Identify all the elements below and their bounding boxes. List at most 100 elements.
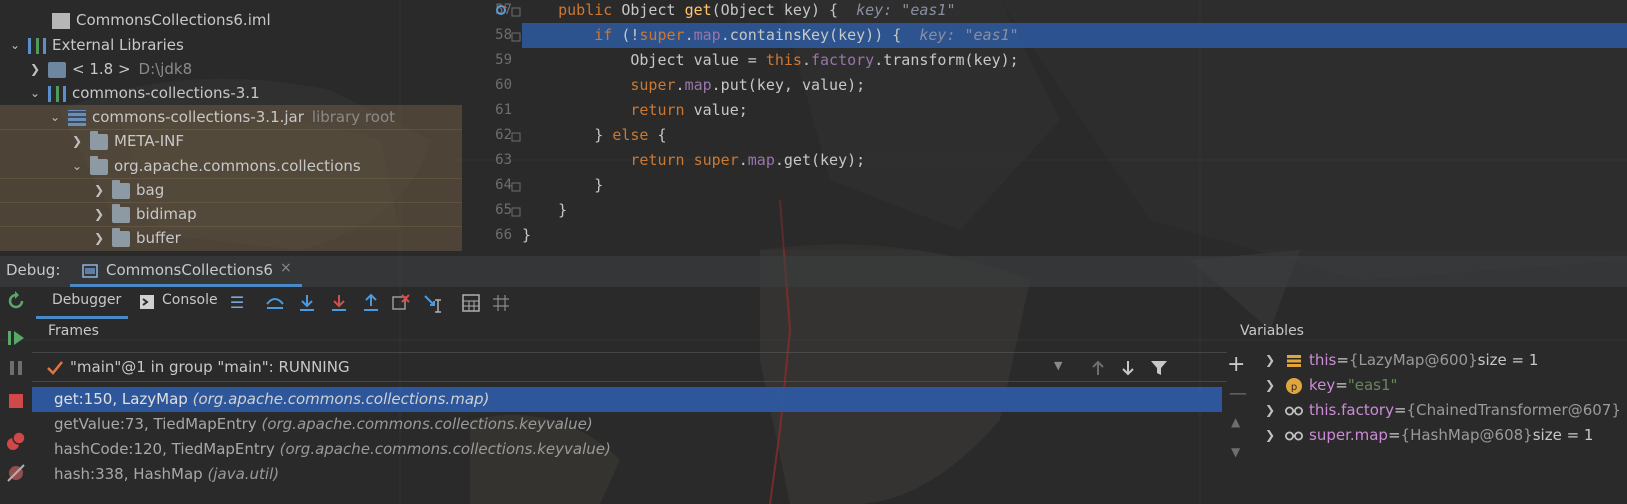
code-token: .get(key); [774, 151, 866, 169]
code-line-65[interactable]: } [522, 198, 1627, 223]
view-breakpoints-icon[interactable] [5, 430, 27, 452]
code-line-57[interactable]: public Object get(Object key) { key: "ea… [522, 0, 1627, 23]
variables-title: Variables [1240, 323, 1304, 339]
variable-equals: = [1393, 401, 1407, 419]
tree-item-package-collections[interactable]: ⌄ org.apache.commons.collections [0, 154, 462, 179]
fold-marker-icon[interactable] [510, 181, 522, 193]
code-line-63[interactable]: return super.map.get(key); [522, 148, 1627, 173]
thread-selector[interactable]: "main"@1 in group "main": RUNNING ▼ [32, 352, 1227, 382]
code-line-59[interactable]: Object value = this.factory.transform(ke… [522, 48, 1627, 73]
filter-icon[interactable] [1150, 359, 1168, 377]
pause-program-icon[interactable] [5, 357, 27, 379]
stop-icon[interactable] [5, 390, 27, 412]
mute-breakpoints-icon[interactable] [5, 462, 27, 484]
tree-item-annotation: library root [311, 108, 396, 126]
debug-session-tab[interactable]: CommonsCollections6 × [70, 256, 302, 287]
chevron-down-icon[interactable]: ⌄ [48, 105, 62, 130]
code-token: .transform(key); [874, 51, 1019, 69]
drop-frame-icon[interactable] [390, 292, 412, 314]
chevron-right-icon[interactable]: ❯ [1265, 373, 1281, 398]
add-watch-icon[interactable]: + [1227, 352, 1245, 377]
fold-marker-icon[interactable] [510, 31, 522, 43]
code-editor[interactable]: 57 58 59 60 61 62 63 64 65 66 public Obj… [462, 0, 1627, 250]
code-line-62[interactable]: } else { [522, 123, 1627, 148]
chevron-right-icon[interactable]: ❯ [70, 129, 84, 154]
debug-actions-strip [0, 287, 32, 504]
chevron-down-icon[interactable]: ⌄ [70, 154, 84, 179]
tree-item-iml-file[interactable]: CommonsCollections6.iml [52, 8, 271, 33]
variable-row-this[interactable]: ❯ this = {LazyMap@600} size = 1 [1265, 348, 1538, 373]
debugger-toolbar: Debugger Console ☰ [0, 287, 1627, 319]
frame-row-selected[interactable]: get:150, LazyMap (org.apache.commons.col… [32, 387, 1222, 412]
chevron-right-icon[interactable]: ❯ [1265, 398, 1281, 423]
line-number: 62 [495, 127, 512, 143]
frame-row[interactable]: hash:338, HashMap (java.util) [32, 462, 1222, 487]
step-over-icon[interactable] [296, 292, 318, 314]
project-tree-panel: CommonsCollections6.iml ⌄ External Libra… [0, 0, 462, 256]
inline-value-hint: key: "eas1" [919, 26, 1019, 44]
frame-package: (java.util) [207, 465, 280, 483]
code-line-64[interactable]: } [522, 173, 1627, 198]
tree-item-meta-inf[interactable]: ❯ META-INF [0, 129, 462, 154]
code-line-66[interactable]: } [522, 223, 1627, 248]
override-marker-icon[interactable] [496, 4, 508, 16]
chevron-right-icon[interactable]: ❯ [1265, 423, 1281, 448]
session-window-icon [82, 264, 98, 278]
close-icon[interactable]: × [280, 260, 292, 276]
tree-item-jdk[interactable]: ❯ < 1.8 > D:\jdk8 [28, 57, 192, 82]
frames-title: Frames [48, 323, 99, 339]
chevron-down-icon[interactable]: ⌄ [28, 81, 42, 106]
code-line-58-current[interactable]: if (!super.map.containsKey(key)) { key: … [522, 23, 1627, 48]
arrow-down-icon[interactable] [1120, 359, 1136, 377]
tree-item-external-libraries[interactable]: ⌄ External Libraries [8, 33, 184, 58]
code-line-61[interactable]: return value; [522, 98, 1627, 123]
evaluate-expression-icon[interactable] [460, 292, 482, 314]
frame-row[interactable]: hashCode:120, TiedMapEntry (org.apache.c… [32, 437, 1222, 462]
parameter-icon: p [1285, 377, 1303, 394]
chevron-down-icon[interactable]: ▼ [1054, 359, 1062, 372]
move-down-icon[interactable]: ▼ [1231, 445, 1240, 459]
chevron-down-icon[interactable]: ⌄ [8, 33, 22, 58]
variable-value: {LazyMap@600} [1348, 351, 1478, 369]
variable-row-this-factory[interactable]: ❯ this.factory = {ChainedTransformer@607… [1265, 398, 1621, 423]
tree-item-commons-collections[interactable]: ⌄ commons-collections-3.1 [28, 81, 260, 106]
chevron-right-icon[interactable]: ❯ [28, 57, 42, 82]
checkmark-icon [47, 361, 63, 375]
chevron-right-icon[interactable]: ❯ [92, 226, 106, 251]
code-line-60[interactable]: super.map.put(key, value); [522, 73, 1627, 98]
tree-item-bag[interactable]: ❯ bag [0, 178, 462, 203]
tab-console-label: Console [162, 292, 218, 308]
chevron-right-icon[interactable]: ❯ [1265, 348, 1281, 373]
variable-equals: = [1335, 376, 1348, 394]
run-to-cursor-icon[interactable] [422, 292, 444, 314]
tree-item-path: D:\jdk8 [138, 60, 193, 78]
tab-debugger[interactable]: Debugger [36, 287, 128, 319]
show-execution-point-icon[interactable] [264, 292, 286, 314]
frame-row[interactable]: getValue:73, TiedMapEntry (org.apache.co… [32, 412, 1222, 437]
tree-item-bidimap[interactable]: ❯ bidimap [0, 202, 462, 227]
arrow-up-icon[interactable] [1090, 359, 1106, 377]
chevron-right-icon[interactable]: ❯ [92, 202, 106, 227]
tree-item-buffer[interactable]: ❯ buffer [0, 226, 462, 251]
remove-watch-icon[interactable]: — [1229, 383, 1247, 404]
variables-panel: Variables + — ▲ ▼ ❯ this = {LazyMap@600}… [1227, 319, 1627, 504]
tab-console[interactable]: Console [140, 287, 220, 319]
rerun-icon[interactable] [5, 290, 27, 312]
threads-layout-icon[interactable]: ☰ [226, 291, 248, 313]
trace-stream-icon[interactable] [490, 292, 512, 314]
move-up-icon[interactable]: ▲ [1231, 415, 1240, 429]
fold-marker-icon[interactable] [510, 206, 522, 218]
step-into-icon[interactable] [328, 292, 350, 314]
chevron-right-icon[interactable]: ❯ [92, 178, 106, 203]
keyword: this [765, 51, 802, 69]
step-out-icon[interactable] [360, 292, 382, 314]
variable-row-super-map[interactable]: ❯ super.map = {HashMap@608} size = 1 [1265, 423, 1593, 448]
line-number: 65 [495, 202, 512, 218]
tree-item-jar[interactable]: ⌄ commons-collections-3.1.jar library ro… [0, 105, 462, 130]
variable-value: "eas1" [1347, 376, 1398, 394]
resume-program-icon[interactable] [5, 327, 27, 349]
fold-marker-icon[interactable] [510, 6, 522, 18]
variable-row-key[interactable]: ❯ p key = "eas1" [1265, 373, 1397, 398]
fold-marker-icon[interactable] [510, 131, 522, 143]
package-icon [112, 227, 130, 247]
